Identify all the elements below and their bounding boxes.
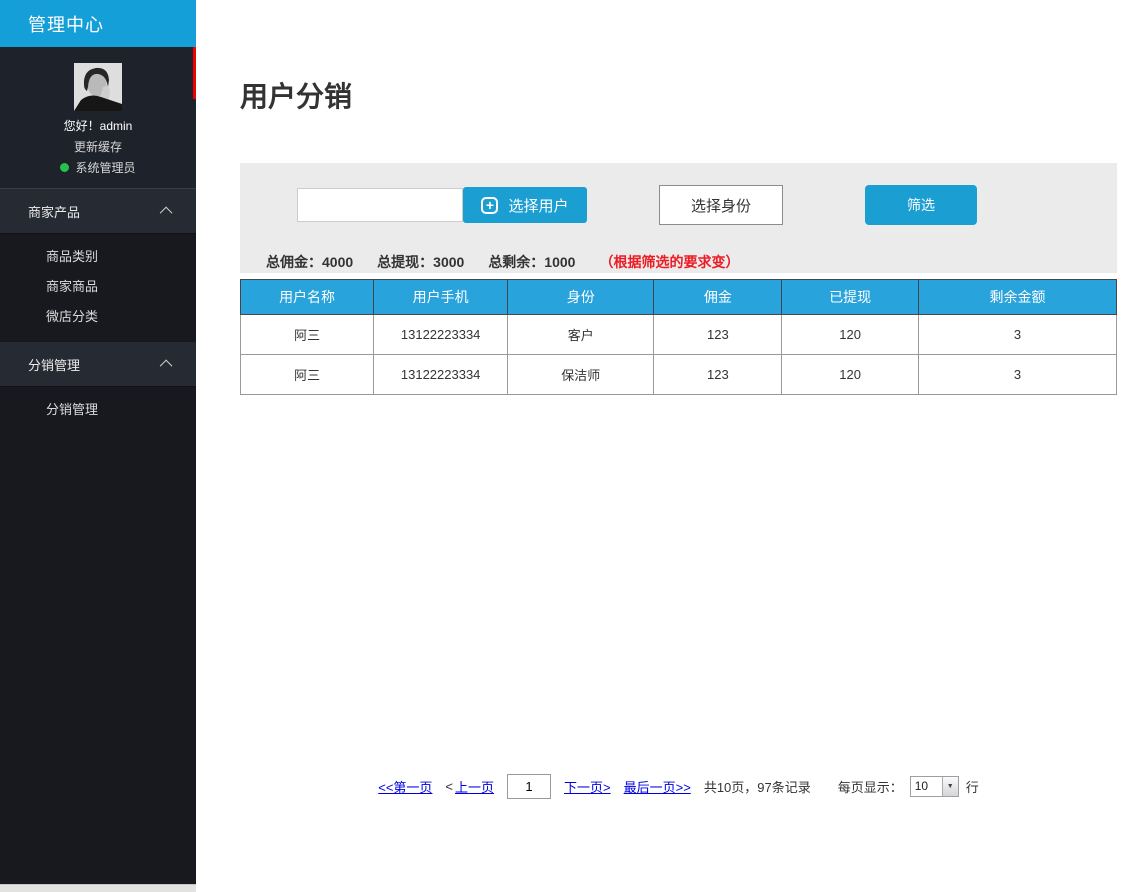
cell-commission: 123 — [654, 355, 782, 395]
user-role-label: 系统管理员 — [75, 159, 135, 176]
col-header-phone: 用户手机 — [374, 280, 508, 315]
col-header-identity: 身份 — [508, 280, 654, 315]
col-header-commission: 佣金 — [654, 280, 782, 315]
sidebar: 管理中心 您好！admin 更新缓存 系统管理员 商家 — [0, 0, 196, 892]
sidebar-section-merchant-products[interactable]: 商家产品 — [0, 189, 196, 234]
table-row: 阿三 13122223334 保洁师 123 120 3 — [241, 355, 1117, 395]
submenu-merchant-products: 商品类别 商家商品 微店分类 — [0, 234, 196, 342]
stat-note: （根据筛选的要求变） — [599, 252, 739, 272]
cell-phone: 13122223334 — [374, 355, 508, 395]
cell-username: 阿三 — [241, 355, 374, 395]
cell-identity: 客户 — [508, 315, 654, 355]
filter-button[interactable]: 筛选 — [865, 185, 977, 225]
app-title-bar: 管理中心 — [0, 0, 196, 47]
col-header-remaining: 剩余金额 — [918, 280, 1116, 315]
stats-row: 总佣金：4000 总提现：3000 总剩余：1000 （根据筛选的要求变） — [266, 252, 1117, 272]
cell-withdrawn: 120 — [782, 315, 919, 355]
cell-identity: 保洁师 — [508, 355, 654, 395]
chevron-up-icon — [160, 206, 173, 219]
distribution-table: 用户名称 用户手机 身份 佣金 已提现 剩余金额 阿三 13122223334 … — [240, 279, 1117, 395]
col-header-username: 用户名称 — [241, 280, 374, 315]
select-user-button-label: 选择用户 — [508, 195, 568, 216]
plus-icon: + — [481, 197, 498, 214]
col-header-withdrawn: 已提现 — [782, 280, 919, 315]
select-identity-button[interactable]: 选择身份 — [659, 185, 783, 225]
user-panel: 您好！admin 更新缓存 系统管理员 — [0, 47, 196, 189]
table-header-row: 用户名称 用户手机 身份 佣金 已提现 剩余金额 — [241, 280, 1117, 315]
update-cache-link[interactable]: 更新缓存 — [0, 138, 196, 155]
sidebar-item-weidian-category[interactable]: 微店分类 — [0, 302, 196, 332]
sidebar-section-label: 分销管理 — [28, 355, 80, 374]
table-row: 阿三 13122223334 客户 123 120 3 — [241, 315, 1117, 355]
cell-remaining: 3 — [918, 355, 1116, 395]
chevron-up-icon — [160, 359, 173, 372]
per-page-selected-value: 10 — [911, 777, 942, 796]
cell-commission: 123 — [654, 315, 782, 355]
rows-unit-label: 行 — [966, 777, 979, 796]
stat-total-remaining: 总剩余：1000 — [488, 252, 575, 272]
page-title: 用户分销 — [240, 75, 1117, 115]
page-number-input[interactable] — [507, 774, 551, 799]
filter-controls-row: + 选择用户 选择身份 筛选 — [297, 185, 1117, 225]
user-role: 系统管理员 — [0, 159, 196, 176]
prev-page-prefix: < — [445, 779, 453, 794]
next-page-link[interactable]: 下一页> — [564, 777, 611, 796]
cell-withdrawn: 120 — [782, 355, 919, 395]
dropdown-arrow-icon: ▼ — [942, 777, 958, 796]
prev-page-link[interactable]: 上一页 — [455, 777, 494, 796]
per-page-group: 每页显示： 10 ▼ 行 — [838, 776, 979, 797]
app-title: 管理中心 — [28, 11, 104, 37]
cell-remaining: 3 — [918, 315, 1116, 355]
app-root: 管理中心 您好！admin 更新缓存 系统管理员 商家 — [0, 0, 1123, 892]
sidebar-section-distribution[interactable]: 分销管理 — [0, 342, 196, 387]
avatar-portrait-image — [74, 63, 122, 111]
online-status-dot — [60, 163, 69, 172]
submenu-distribution: 分销管理 — [0, 387, 196, 435]
user-greeting: 您好！admin — [0, 117, 196, 134]
select-user-button[interactable]: + 选择用户 — [463, 187, 587, 223]
main-content: 用户分销 + 选择用户 选择身份 筛选 总佣金：4000 总提现：3000 总剩… — [196, 0, 1123, 892]
pagination: <<第一页 < 上一页 下一页> 最后一页>> 共10页，97条记录 每页显示：… — [240, 774, 1117, 799]
per-page-label: 每页显示： — [838, 777, 903, 796]
sidebar-item-distribution-management[interactable]: 分销管理 — [0, 395, 196, 425]
per-page-select[interactable]: 10 ▼ — [910, 776, 959, 797]
page-count-info: 共10页，97条记录 — [704, 777, 811, 796]
prev-page-group: < 上一页 — [445, 777, 494, 796]
user-search-input[interactable] — [297, 188, 463, 222]
avatar — [74, 63, 122, 111]
cell-username: 阿三 — [241, 315, 374, 355]
sidebar-horizontal-scrollbar[interactable] — [0, 884, 196, 892]
last-page-link[interactable]: 最后一页>> — [624, 777, 691, 796]
first-page-link[interactable]: <<第一页 — [378, 777, 432, 796]
sidebar-item-product-category[interactable]: 商品类别 — [0, 242, 196, 272]
sidebar-section-label: 商家产品 — [28, 202, 80, 221]
stat-total-withdrawn: 总提现：3000 — [377, 252, 464, 272]
cell-phone: 13122223334 — [374, 315, 508, 355]
filter-panel: + 选择用户 选择身份 筛选 总佣金：4000 总提现：3000 总剩余：100… — [240, 163, 1117, 273]
sidebar-nav: 商家产品 商品类别 商家商品 微店分类 分销管理 分销管理 — [0, 189, 196, 435]
sidebar-scrollbar-thumb[interactable] — [193, 47, 196, 99]
stat-total-commission: 总佣金：4000 — [266, 252, 353, 272]
sidebar-item-merchant-goods[interactable]: 商家商品 — [0, 272, 196, 302]
